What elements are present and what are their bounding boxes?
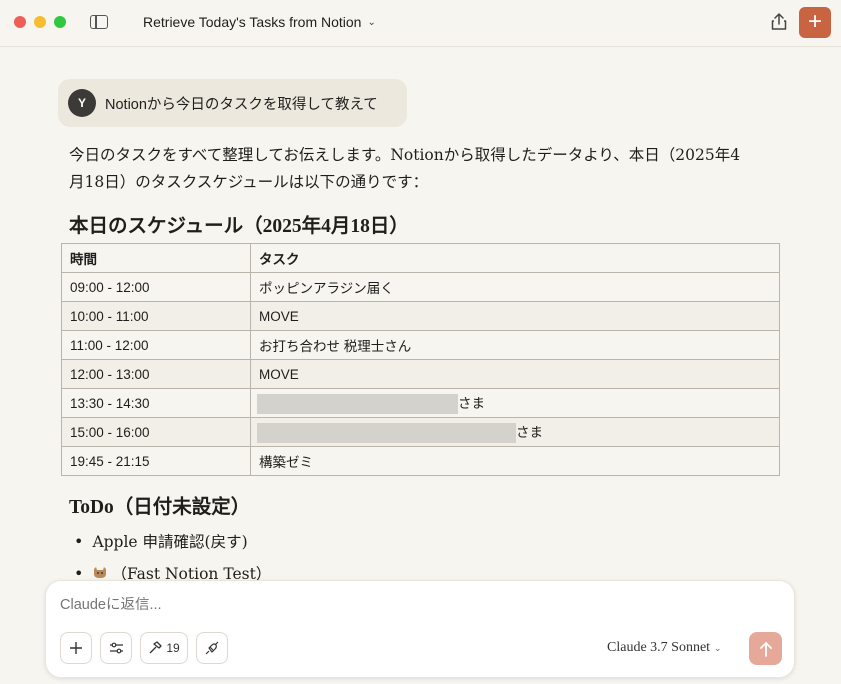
column-header-task: タスク [250, 243, 780, 273]
chevron-down-icon: ⌄ [367, 16, 376, 28]
chevron-down-icon: ⌄ [714, 643, 722, 653]
time-cell: 13:30 - 14:30 [61, 388, 251, 418]
cat-icon [94, 567, 107, 578]
table-row: 10:00 - 11:00 MOVE [61, 301, 780, 331]
assistant-message: 今日のタスクをすべて整理してお伝えします。Notionから取得したデータより、本… [61, 142, 781, 583]
message-composer: 19 Claude 3.7 Sonnet⌄ [45, 580, 795, 678]
sliders-icon [109, 642, 123, 654]
task-text: ポッピンアラジン届く [259, 281, 394, 296]
task-cell: MOVE [250, 359, 780, 389]
task-text: さま [458, 395, 485, 411]
minimize-window-button[interactable] [34, 16, 46, 28]
task-cell: MOVE [250, 301, 780, 331]
task-text: 構築ゼミ [259, 455, 313, 470]
model-name: Claude 3.7 Sonnet [607, 640, 711, 655]
integrations-button[interactable] [196, 632, 228, 664]
todo-heading: ToDo（日付未設定） [69, 497, 251, 518]
time-cell: 15:00 - 16:00 [61, 417, 251, 447]
table-row: 19:45 - 21:15 構築ゼミ [61, 446, 780, 476]
time-cell: 11:00 - 12:00 [61, 330, 251, 360]
maximize-window-button[interactable] [54, 16, 66, 28]
task-cell: さま [250, 417, 780, 447]
sidebar-toggle-icon[interactable] [90, 15, 108, 29]
time-cell: 19:45 - 21:15 [61, 446, 251, 476]
schedule-table: 時間 タスク 09:00 - 12:00 ポッピンアラジン届く 10:00 - 11… [61, 243, 780, 476]
task-text: MOVE [259, 308, 299, 324]
add-attachment-button[interactable] [60, 632, 92, 664]
user-message-bubble: Y Notionから今日のタスクを取得して教えて [58, 79, 407, 127]
redacted-block [257, 423, 516, 444]
tools-button[interactable]: 19 [140, 632, 188, 664]
table-row: 15:00 - 16:00 さま [61, 417, 780, 447]
close-window-button[interactable] [14, 16, 26, 28]
table-row: 13:30 - 14:30 さま [61, 388, 780, 418]
list-item: Apple 申請確認(戻す) [74, 525, 271, 557]
conversation-title-dropdown[interactable]: Retrieve Today's Tasks from Notion ⌄ [143, 14, 376, 30]
task-text: さま [516, 424, 543, 440]
avatar: Y [68, 89, 96, 117]
share-icon[interactable] [770, 12, 788, 32]
conversation-title: Retrieve Today's Tasks from Notion [143, 14, 362, 30]
time-cell: 12:00 - 13:00 [61, 359, 251, 389]
time-cell: 09:00 - 12:00 [61, 272, 251, 302]
title-bar: Retrieve Today's Tasks from Notion ⌄ + [0, 0, 841, 47]
plus-icon [70, 642, 82, 654]
send-button[interactable] [749, 632, 782, 665]
tools-count: 19 [166, 641, 180, 655]
task-cell: ポッピンアラジン届く [250, 272, 780, 302]
table-header-row: 時間 タスク [61, 243, 780, 273]
task-cell: お打ち合わせ 税理士さん [250, 330, 780, 360]
options-button[interactable] [100, 632, 132, 664]
table-row: 12:00 - 13:00 MOVE [61, 359, 780, 389]
time-cell: 10:00 - 11:00 [61, 301, 251, 331]
arrow-up-icon [759, 641, 772, 657]
table-row: 09:00 - 12:00 ポッピンアラジン届く [61, 272, 780, 302]
new-chat-button[interactable]: + [799, 7, 831, 38]
todo-item-text: Apple 申請確認(戻す) [92, 533, 248, 551]
task-cell: 構築ゼミ [250, 446, 780, 476]
reply-input[interactable] [60, 597, 660, 613]
assistant-intro-text: 今日のタスクをすべて整理してお伝えします。Notionから取得したデータより、本… [69, 146, 741, 191]
task-text: MOVE [259, 366, 299, 382]
task-cell: さま [250, 388, 780, 418]
table-row: 11:00 - 12:00 お打ち合わせ 税理士さん [61, 330, 780, 360]
model-selector[interactable]: Claude 3.7 Sonnet ⌄ [607, 640, 722, 656]
column-header-time: 時間 [61, 243, 251, 273]
schedule-heading: 本日のスケジュール（2025年4月18日） [69, 216, 409, 237]
redacted-block [257, 394, 458, 415]
user-message-text: Notionから今日のタスクを取得して教えて [105, 96, 378, 113]
plug-icon [205, 641, 219, 655]
task-text: お打ち合わせ 税理士さん [259, 339, 412, 354]
hammer-icon [149, 641, 162, 654]
